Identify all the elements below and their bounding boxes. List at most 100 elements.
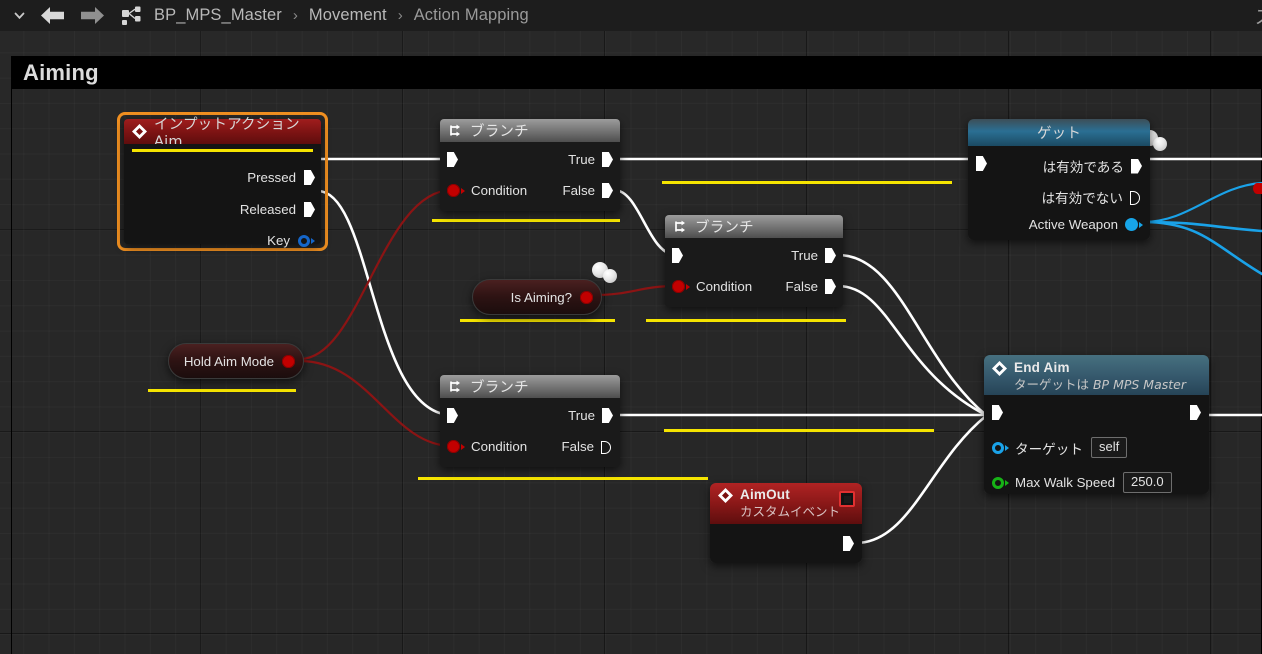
branch-icon <box>450 124 460 137</box>
pin-label-condition: Condition <box>471 183 528 198</box>
pin-row-true[interactable]: True <box>791 248 836 263</box>
exec-pin-in[interactable] <box>992 405 1003 420</box>
node-body: True Condition False <box>665 238 843 307</box>
pin-row-key[interactable]: Key <box>267 233 315 248</box>
exec-pin-false[interactable] <box>601 439 613 454</box>
node-branch-1[interactable]: ブランチ True Condition False <box>440 119 620 211</box>
pin-row-condition[interactable]: Condition <box>447 439 527 454</box>
pin-row-target[interactable]: ターゲット self <box>992 437 1128 458</box>
node-title: ゲット <box>1036 126 1082 142</box>
bool-pin-is-aiming-out[interactable] <box>580 290 593 304</box>
highlight-underline-holdaim <box>148 389 296 392</box>
pin-label-max-walk-speed: Max Walk Speed <box>1015 475 1116 490</box>
pin-row-exec-in[interactable] <box>976 156 987 171</box>
float-pin-max-walk-speed[interactable] <box>992 476 1004 489</box>
exec-pin-released[interactable] <box>304 202 315 217</box>
pin-row-exec-out[interactable] <box>843 536 854 551</box>
node-variable-is-aiming[interactable]: Is Aiming? <box>472 279 602 315</box>
pin-label-released: Released <box>239 202 296 217</box>
node-body <box>710 524 862 563</box>
highlight-underline-branch3 <box>418 477 708 480</box>
back-button[interactable] <box>32 0 72 31</box>
struct-pin-key[interactable] <box>298 234 310 247</box>
pin-row-true[interactable]: True <box>568 408 613 423</box>
pin-row-true[interactable]: True <box>568 152 613 167</box>
node-branch-3[interactable]: ブランチ True Condition False <box>440 375 620 467</box>
node-get[interactable]: ゲット は有効である は有効でない Active Weapon <box>968 119 1150 240</box>
pin-label-false: False <box>561 439 594 454</box>
forward-button[interactable] <box>72 0 112 31</box>
event-diamond-icon <box>132 124 147 139</box>
value-field-target[interactable]: self <box>1090 437 1128 458</box>
bool-pin-condition[interactable] <box>447 440 460 453</box>
pin-row-is-valid[interactable]: は有効である <box>1043 156 1142 176</box>
pin-row-false[interactable]: False <box>562 183 613 198</box>
pin-label-false: False <box>562 183 595 198</box>
bool-pin-condition-tip <box>461 443 465 450</box>
pin-row-active-weapon[interactable]: Active Weapon <box>1029 217 1143 232</box>
node-header: End Aim ターゲットは BP MPS Master <box>984 355 1209 395</box>
exec-pin-true[interactable] <box>602 152 613 167</box>
pin-label-is-valid: は有効である <box>1042 160 1124 176</box>
pin-row-exec-out[interactable] <box>1190 405 1201 420</box>
breadcrumb-item-2[interactable]: Action Mapping <box>412 6 531 25</box>
exec-pin-out[interactable] <box>1190 405 1201 420</box>
exec-pin-pressed[interactable] <box>304 170 315 185</box>
branch-icon <box>675 220 685 233</box>
blueprint-graph-button[interactable] <box>112 0 152 31</box>
exec-pin-true[interactable] <box>602 408 613 423</box>
node-variable-hold-aim-mode[interactable]: Hold Aim Mode <box>168 343 304 379</box>
bool-pin-hold-aim-mode-out[interactable] <box>282 354 295 368</box>
exec-pin-in[interactable] <box>976 156 987 171</box>
variable-label-hold-aim-mode: Hold Aim Mode <box>183 353 274 369</box>
node-aim-out[interactable]: AimOut カスタムイベント <box>710 483 862 563</box>
highlight-underline-upper <box>662 181 952 184</box>
value-field-max-walk-speed[interactable]: 250.0 <box>1123 472 1172 493</box>
object-pin-active-weapon[interactable] <box>1125 218 1138 231</box>
branch-icon <box>450 380 460 393</box>
comment-bubble-is-aiming[interactable] <box>592 262 622 284</box>
delegate-square-pin[interactable] <box>839 491 855 507</box>
highlight-underline-branch1 <box>432 219 620 222</box>
exec-pin-out[interactable] <box>843 536 854 551</box>
exec-pin-in[interactable] <box>447 408 458 423</box>
event-diamond-icon <box>992 361 1007 376</box>
pin-row-false[interactable]: False <box>561 439 613 454</box>
node-header: インプットアクション Aim <box>124 117 321 150</box>
comment-box-header[interactable]: Aiming <box>11 56 1262 89</box>
back-arrow-icon <box>40 7 64 24</box>
blueprint-graph-canvas[interactable]: Aiming インプットアクション Aim Pressed Released K… <box>0 31 1262 654</box>
pin-row-pressed[interactable]: Pressed <box>247 170 315 185</box>
pin-row-exec-in[interactable] <box>672 248 683 263</box>
exec-pin-true[interactable] <box>825 248 836 263</box>
exec-pin-false[interactable] <box>825 279 836 294</box>
pin-row-is-not-valid[interactable]: は有効でない <box>1041 187 1142 207</box>
pin-row-exec-in[interactable] <box>992 405 1003 420</box>
exec-pin-is-valid[interactable] <box>1131 159 1142 174</box>
pin-label-condition: Condition <box>696 279 753 294</box>
pin-row-exec-in[interactable] <box>447 152 458 167</box>
node-body: Pressed Released Key <box>124 144 321 248</box>
pin-row-condition[interactable]: Condition <box>447 183 527 198</box>
pin-row-max-walk-speed[interactable]: Max Walk Speed 250.0 <box>992 472 1172 493</box>
node-input-action-aim[interactable]: インプットアクション Aim Pressed Released Key <box>124 117 321 248</box>
exec-pin-is-not-valid[interactable] <box>1130 190 1142 205</box>
bool-pin-condition-tip <box>686 283 690 290</box>
exec-pin-in[interactable] <box>447 152 458 167</box>
pin-row-false[interactable]: False <box>785 279 836 294</box>
exec-pin-in[interactable] <box>672 248 683 263</box>
object-pin-target[interactable] <box>992 441 1004 454</box>
exec-pin-false[interactable] <box>602 183 613 198</box>
pin-row-released[interactable]: Released <box>240 202 315 217</box>
pin-row-condition[interactable]: Condition <box>672 279 752 294</box>
bool-pin-condition[interactable] <box>447 184 460 197</box>
dropdown-button[interactable] <box>6 0 32 31</box>
breadcrumb-item-0[interactable]: BP_MPS_Master <box>152 6 284 25</box>
breadcrumb-item-1[interactable]: Movement <box>307 6 389 25</box>
pin-row-exec-in[interactable] <box>447 408 458 423</box>
bool-pin-condition[interactable] <box>672 280 685 293</box>
node-header: ブランチ <box>440 119 620 142</box>
node-branch-2[interactable]: ブランチ True Condition False <box>665 215 843 307</box>
node-end-aim[interactable]: End Aim ターゲットは BP MPS Master ターゲット self … <box>984 355 1209 494</box>
offscreen-bool-pin-fragment <box>1253 183 1262 194</box>
